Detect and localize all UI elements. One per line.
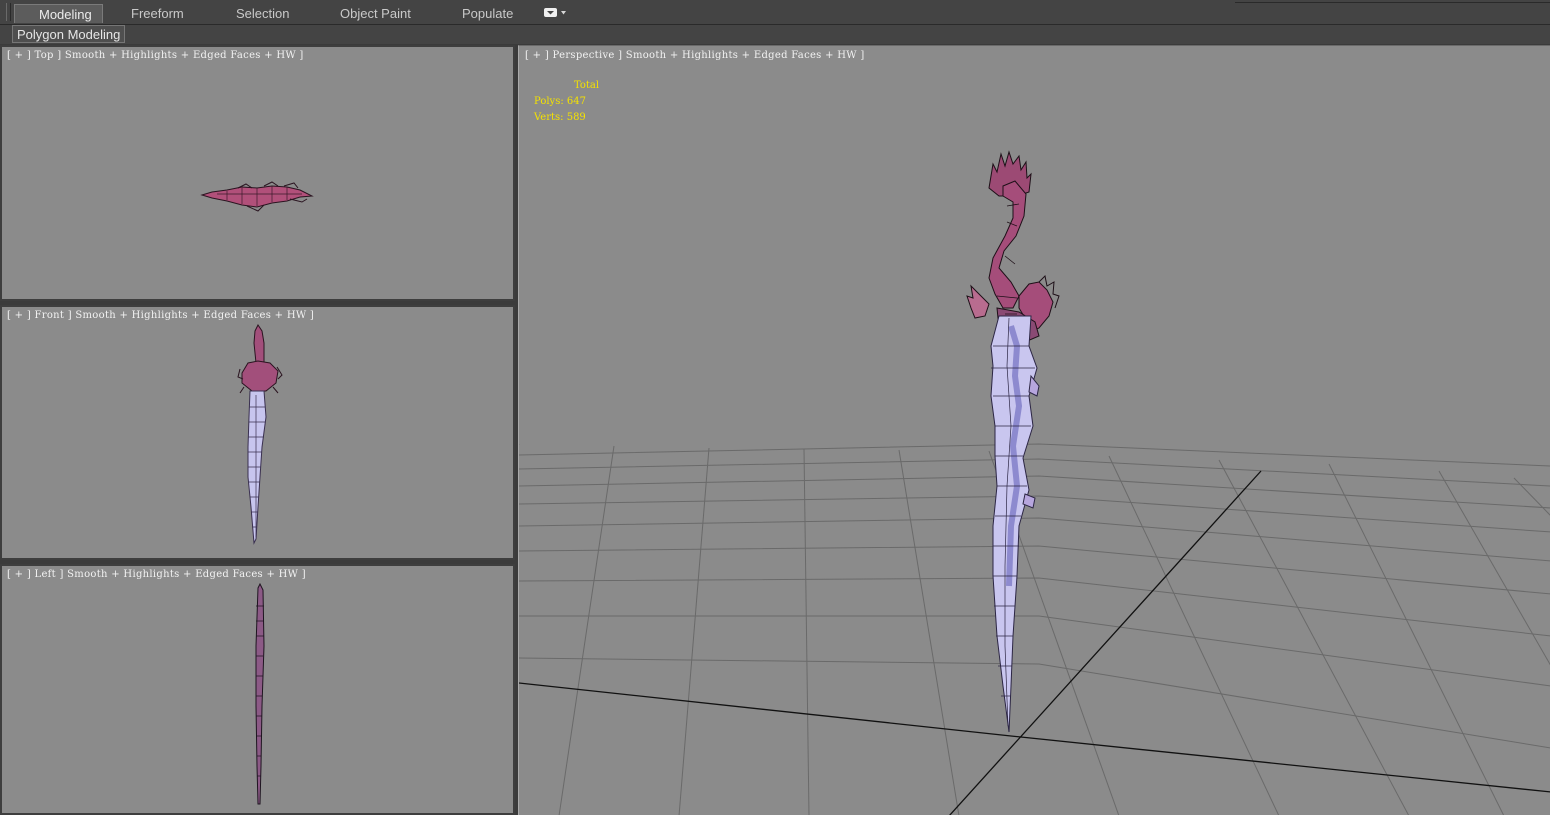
tab-freeform[interactable]: Freeform [131,4,184,23]
dagger-model [966,150,1060,733]
ribbon-divider [1235,2,1550,3]
tab-object-paint[interactable]: Object Paint [340,4,411,23]
dagger-front-view[interactable] [2,307,513,558]
dagger-left-view[interactable] [2,566,513,813]
grid-axis-x [519,682,1550,793]
tab-polygon-modeling[interactable]: Polygon Modeling [12,25,126,43]
viewport-left[interactable]: [ + ] Left ] Smooth + Highlights + Edged… [0,564,515,815]
ribbon-tab-bar: Modeling Freeform Selection Object Paint… [0,0,1550,25]
viewport-top[interactable]: [ + ] Top ] Smooth + Highlights + Edged … [0,45,515,301]
viewport-perspective[interactable]: [ + ] Perspective ] Smooth + Highlights … [518,45,1550,815]
ribbon-panel-bar: Polygon Modeling [0,25,1550,44]
workspace-dropdown-icon[interactable] [543,6,569,20]
ribbon-grip-icon[interactable] [6,3,11,21]
dagger-top-view[interactable] [2,47,513,299]
perspective-scene[interactable] [519,46,1550,815]
tab-modeling[interactable]: Modeling [14,4,103,23]
viewport-front[interactable]: [ + ] Front ] Smooth + Highlights + Edge… [0,305,515,560]
tab-selection[interactable]: Selection [236,4,289,23]
tab-populate[interactable]: Populate [462,4,513,23]
